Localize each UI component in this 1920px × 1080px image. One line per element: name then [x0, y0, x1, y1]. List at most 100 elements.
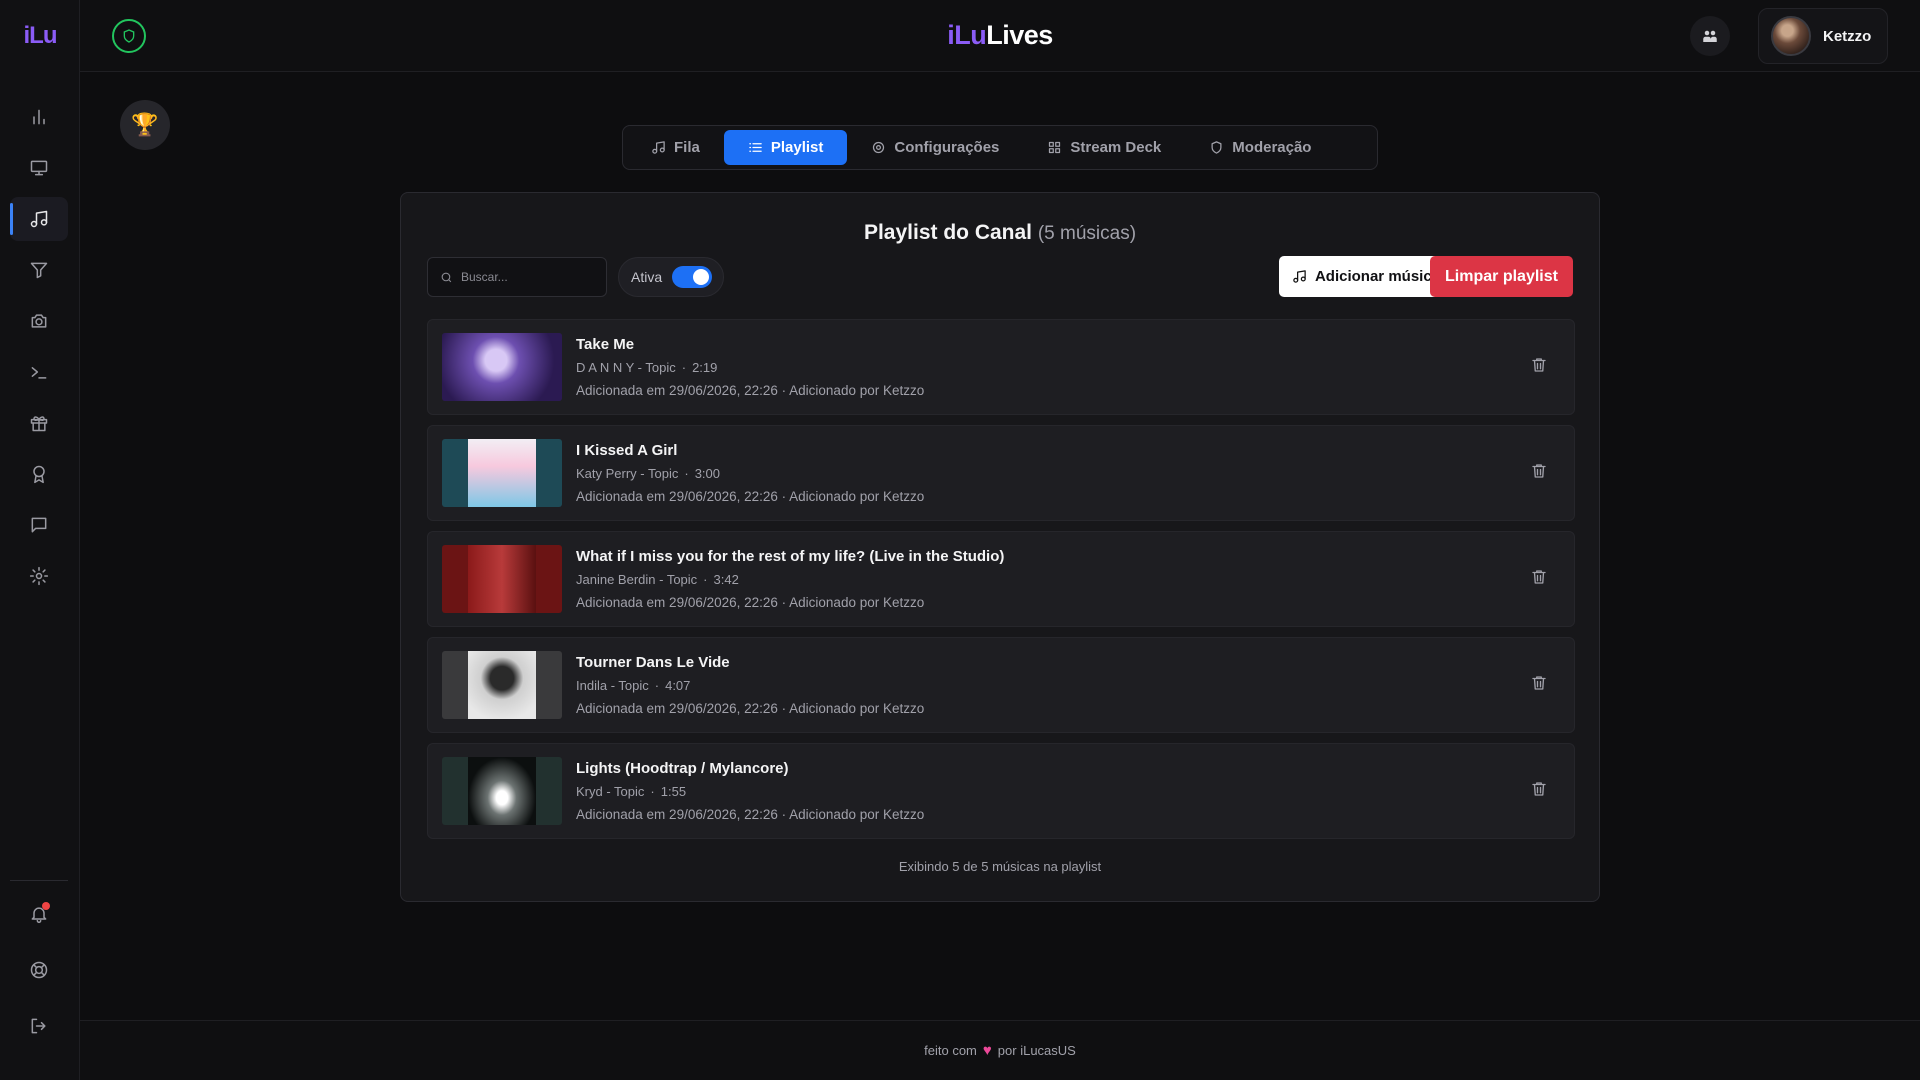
- song-thumbnail: [442, 439, 562, 507]
- toggle-label: Ativa: [631, 269, 663, 285]
- tab-configuracoes[interactable]: Configurações: [847, 130, 1023, 165]
- sidebar-item-logout[interactable]: [10, 1004, 68, 1048]
- delete-song-button[interactable]: [1530, 780, 1552, 802]
- song-duration: 3:00: [694, 466, 721, 481]
- delete-song-button[interactable]: [1530, 674, 1552, 696]
- footer-text-after: por iLucasUS: [997, 1043, 1076, 1058]
- award-icon: [33, 465, 45, 484]
- song-title: What if I miss you for the rest of my li…: [576, 548, 1005, 565]
- gift-icon: [30, 416, 48, 432]
- sidebar-logo[interactable]: iLu: [0, 22, 80, 50]
- delete-song-button[interactable]: [1530, 568, 1552, 590]
- song-artist: Indila - Topic: [576, 678, 649, 693]
- song-artist: Katy Perry - Topic: [576, 466, 679, 481]
- add-song-label: Adicionar música: [1314, 268, 1441, 285]
- sidebar-item-awards[interactable]: [10, 452, 68, 496]
- search-input[interactable]: [461, 270, 601, 284]
- song-artist: D A N N Y - Topic: [576, 360, 676, 375]
- trash-icon: [1532, 570, 1546, 584]
- page-footer: feito com ♥ por iLucasUS: [80, 1020, 1920, 1080]
- sidebar-item-settings[interactable]: [10, 554, 68, 598]
- song-added-info: Adicionada em 29/06/2026, 22:26 · Adicio…: [576, 383, 925, 398]
- song-meta: Katy Perry - Topic · 3:00: [576, 466, 720, 481]
- tab-bar: Fila Playlist Configurações Stream Deck …: [622, 125, 1378, 170]
- tab-moderacao[interactable]: Moderação: [1185, 130, 1335, 165]
- sidebar-item-gifts[interactable]: [10, 401, 68, 445]
- top-bar: iLuLives Ketzzo: [80, 0, 1920, 72]
- song-artist: Kryd - Topic: [576, 784, 645, 799]
- sidebar-item-music[interactable]: [10, 197, 68, 241]
- meta-separator: ·: [703, 572, 708, 587]
- song-added-info: Adicionada em 29/06/2026, 22:26 · Adicio…: [576, 595, 925, 610]
- community-button[interactable]: [1690, 16, 1730, 56]
- panel-title: Playlist do Canal (5 músicas): [401, 221, 1599, 245]
- song-added-info: Adicionada em 29/06/2026, 22:26 · Adicio…: [576, 807, 925, 822]
- active-toggle[interactable]: Ativa: [618, 257, 724, 297]
- footer-text-before: feito com: [924, 1043, 977, 1058]
- user-menu[interactable]: Ketzzo: [1758, 8, 1888, 64]
- chat-icon: [31, 517, 47, 533]
- song-row: Tourner Dans Le Vide Indila - Topic · 4:07…: [427, 637, 1575, 733]
- song-row: What if I miss you for the rest of my li…: [427, 531, 1575, 627]
- settings-icon: [29, 566, 49, 586]
- delete-song-button[interactable]: [1530, 462, 1552, 484]
- sidebar-item-commands[interactable]: [10, 350, 68, 394]
- trophy-button[interactable]: 🏆: [120, 100, 170, 150]
- sidebar-divider: [10, 880, 68, 881]
- add-song-button[interactable]: Adicionar música: [1279, 256, 1453, 297]
- panel-title-text: Playlist do Canal: [863, 221, 1033, 244]
- tab-label: Moderação: [1232, 139, 1312, 156]
- search-icon: [441, 272, 452, 282]
- sidebar-item-notifications[interactable]: [10, 892, 68, 936]
- camera-icon: [31, 314, 47, 328]
- toggle-switch[interactable]: [672, 266, 713, 288]
- song-count: (5 músicas): [1037, 223, 1137, 244]
- user-name: Ketzzo: [1823, 27, 1872, 45]
- help-icon: [30, 961, 48, 979]
- playlist-panel: Playlist do Canal (5 músicas) Ativa Adic…: [400, 192, 1600, 902]
- song-duration: 2:19: [692, 360, 718, 375]
- song-added-info: Adicionada em 29/06/2026, 22:26 · Adicio…: [576, 489, 925, 504]
- tab-stream-deck[interactable]: Stream Deck: [1023, 130, 1185, 165]
- playlist-summary: Exibindo 5 de 5 músicas na playlist: [898, 859, 1102, 874]
- tab-label: Configurações: [894, 139, 1000, 156]
- clear-playlist-button[interactable]: Limpar playlist: [1430, 256, 1573, 297]
- tab-label: Stream Deck: [1070, 139, 1162, 156]
- tab-playlist[interactable]: Playlist: [723, 130, 848, 165]
- sidebar: iLu: [0, 0, 80, 1080]
- meta-separator: ·: [654, 678, 660, 693]
- music-icon: [652, 141, 665, 154]
- song-artist: Janine Berdin - Topic: [576, 572, 698, 587]
- avatar: [1771, 16, 1811, 56]
- search-box: [427, 257, 607, 297]
- sidebar-item-overlay[interactable]: [10, 146, 68, 190]
- grid-icon: [1049, 141, 1061, 154]
- sidebar-item-dashboard[interactable]: [10, 95, 68, 139]
- tab-label: Playlist: [770, 139, 824, 156]
- tab-fila[interactable]: Fila: [627, 130, 724, 165]
- chart-icon: [33, 109, 45, 125]
- song-thumbnail: [442, 757, 562, 825]
- sidebar-item-help[interactable]: [10, 948, 68, 992]
- meta-separator: ·: [684, 466, 689, 481]
- brand-title: iLuLives: [80, 20, 1920, 51]
- meta-separator: ·: [650, 784, 655, 799]
- sidebar-item-camera[interactable]: [10, 299, 68, 343]
- song-meta: D A N N Y - Topic · 2:19: [576, 360, 717, 375]
- logout-icon: [31, 1018, 46, 1034]
- song-duration: 3:42: [713, 572, 739, 587]
- monitor-icon: [30, 160, 48, 176]
- song-title: I Kissed A Girl: [576, 442, 678, 459]
- song-list: Take Me D A N N Y - Topic · 2:19 Adicionad…: [427, 319, 1575, 849]
- users-icon: [1703, 30, 1717, 42]
- trash-icon: [1532, 464, 1546, 478]
- sidebar-item-filters[interactable]: [10, 248, 68, 292]
- song-meta: Janine Berdin - Topic · 3:42: [576, 572, 739, 587]
- song-row: Lights (Hoodtrap / Mylancore) Kryd - Top…: [427, 743, 1575, 839]
- delete-song-button[interactable]: [1530, 356, 1552, 378]
- filter-icon: [30, 262, 48, 279]
- sidebar-item-chat[interactable]: [10, 503, 68, 547]
- trash-icon: [1532, 676, 1546, 690]
- list-icon: [749, 143, 762, 152]
- brand-title-part2: Lives: [986, 20, 1053, 50]
